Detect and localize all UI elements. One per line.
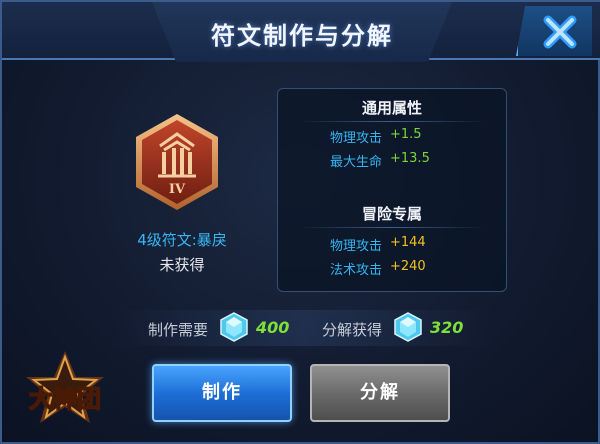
make-cost-amount: 400 — [256, 318, 290, 337]
crystal-icon — [394, 312, 422, 342]
make-button[interactable]: 制作 — [152, 364, 292, 422]
decompose-gain-label: 分解获得 — [322, 321, 383, 339]
rune-tier-numeral: IV — [168, 182, 186, 197]
dashentuan-logo: 大神团 — [26, 351, 104, 423]
common-attributes-title: 通用属性 — [361, 99, 422, 117]
divider — [298, 227, 486, 228]
svg-text:大神团: 大神团 — [29, 385, 101, 413]
crystal-icon — [220, 312, 248, 342]
attribute-value: +13.5 — [390, 151, 430, 166]
attribute-label: 物理攻击 — [329, 131, 382, 146]
decompose-gain-amount: 320 — [430, 318, 464, 337]
attribute-value: +144 — [390, 235, 426, 250]
dialog-title: 符文制作与分解 — [211, 22, 393, 50]
rune-status: 未获得 — [159, 256, 205, 274]
attribute-value: +1.5 — [390, 127, 422, 142]
decompose-button[interactable]: 分解 — [310, 364, 450, 422]
adventure-attributes-title: 冒险专属 — [361, 205, 422, 223]
rune-emblem-icon — [136, 114, 218, 210]
divider — [298, 121, 486, 122]
make-cost-label: 制作需要 — [148, 321, 209, 339]
close-icon — [543, 15, 577, 49]
attribute-label: 最大生命 — [329, 155, 382, 170]
close-button[interactable] — [516, 6, 592, 56]
attribute-panel: 通用属性 物理攻击 +1.5 最大生命 +13.5 冒险专属 物理攻击 +144… — [277, 88, 507, 292]
attribute-label: 物理攻击 — [329, 239, 382, 254]
rune-name: 4级符文:暴戾 — [137, 231, 227, 249]
dialog-frame: 符文制作与分解 IV 4级符文:暴戾 未获得 通用属性 物理攻击 +1.5 最大… — [0, 0, 600, 444]
attribute-value: +240 — [390, 259, 426, 274]
attribute-label: 法术攻击 — [329, 263, 382, 278]
